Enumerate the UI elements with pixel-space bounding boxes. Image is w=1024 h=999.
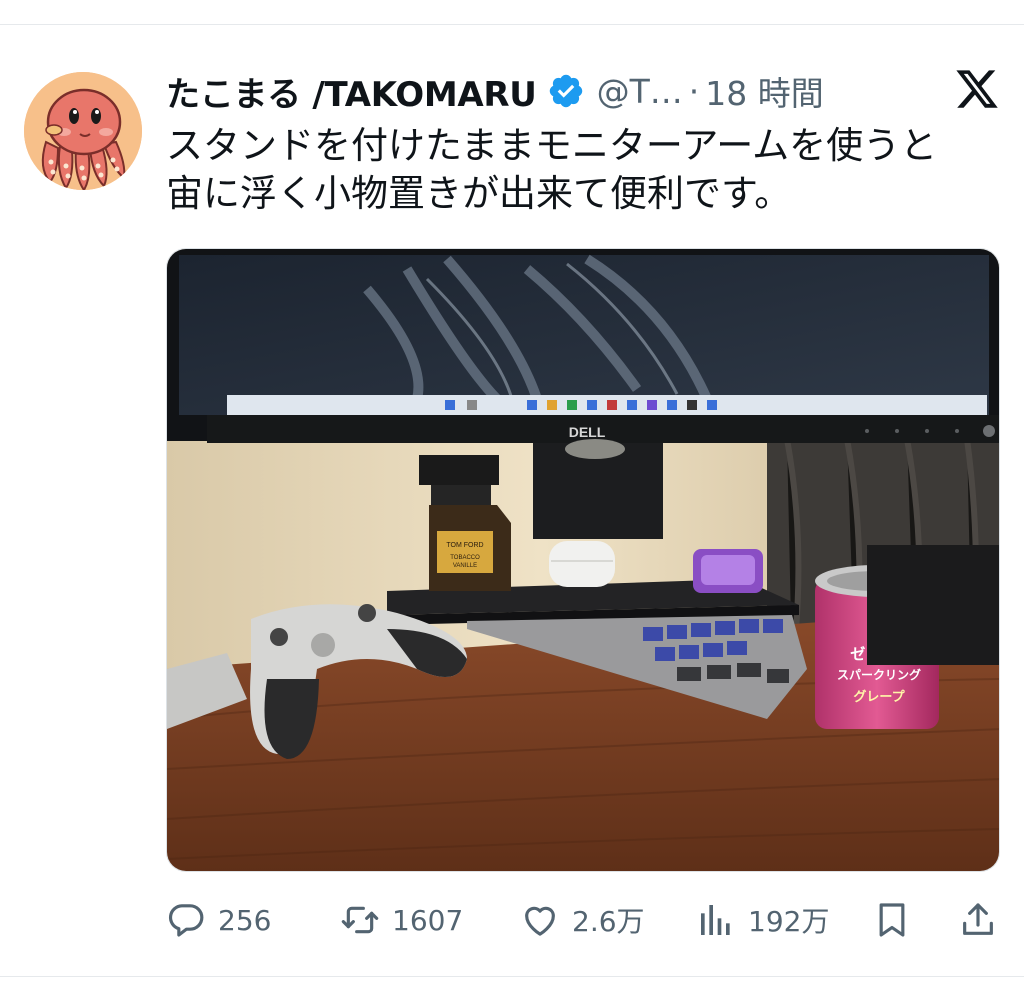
bookmark-icon bbox=[879, 903, 905, 937]
heart-icon bbox=[525, 906, 555, 936]
monitor-brand-logo: DELL bbox=[569, 424, 606, 440]
bookmark-button[interactable] bbox=[872, 892, 912, 948]
like-button[interactable]: 2.6万 bbox=[520, 892, 645, 948]
reply-button[interactable]: 256 bbox=[166, 892, 271, 948]
action-bar: 256 1607 2.6万 192万 bbox=[166, 892, 1000, 948]
bottom-divider bbox=[0, 976, 1024, 977]
tweet-text-line: スタンドを付けたままモニターアームを使うと bbox=[166, 124, 938, 167]
views-chart-icon bbox=[701, 905, 730, 935]
handle[interactable]: @T… bbox=[597, 72, 683, 111]
views-count: 192万 bbox=[748, 905, 830, 938]
display-name[interactable]: たこまる /TAKOMARU bbox=[166, 67, 537, 116]
share-button[interactable] bbox=[958, 892, 998, 948]
views-button[interactable]: 192万 bbox=[696, 892, 829, 948]
perfume-name-line2: VANILLE bbox=[453, 563, 477, 569]
like-count: 2.6万 bbox=[572, 905, 645, 938]
reply-icon bbox=[169, 904, 204, 937]
retweet-icon bbox=[341, 906, 379, 934]
desk-photo-illustration: DELL TOM FORD TOBACCO VANILLE スパークリング グレ… bbox=[167, 249, 999, 871]
reply-count: 256 bbox=[218, 903, 272, 937]
tweet-text: スタンドを付けたままモニターアームを使うと 宙に浮く小物置きが出来て便利です。 bbox=[166, 122, 996, 218]
perfume-brand-label: TOM FORD bbox=[446, 542, 483, 549]
octopus-avatar-image bbox=[24, 72, 142, 190]
separator-dot: · bbox=[688, 71, 700, 111]
perfume-name-line1: TOBACCO bbox=[450, 555, 480, 561]
x-logo-icon[interactable] bbox=[954, 66, 1000, 112]
verified-badge-icon bbox=[549, 74, 582, 108]
top-divider bbox=[0, 24, 1024, 25]
can-label-line3: グレープ bbox=[853, 689, 905, 705]
retweet-button[interactable]: 1607 bbox=[340, 892, 463, 948]
tweet-text-line: 宙に浮く小物置きが出来て便利です。 bbox=[166, 172, 792, 215]
timestamp[interactable]: 18 時間 bbox=[705, 67, 823, 115]
avatar[interactable] bbox=[24, 72, 142, 190]
share-icon bbox=[963, 903, 993, 935]
tweet-photo[interactable]: DELL TOM FORD TOBACCO VANILLE スパークリング グレ… bbox=[166, 248, 1000, 872]
tweet-header: たこまる /TAKOMARU @T… · 18 時間 bbox=[166, 66, 824, 116]
can-label-line2: スパークリング bbox=[837, 667, 921, 682]
retweet-count: 1607 bbox=[392, 903, 464, 937]
